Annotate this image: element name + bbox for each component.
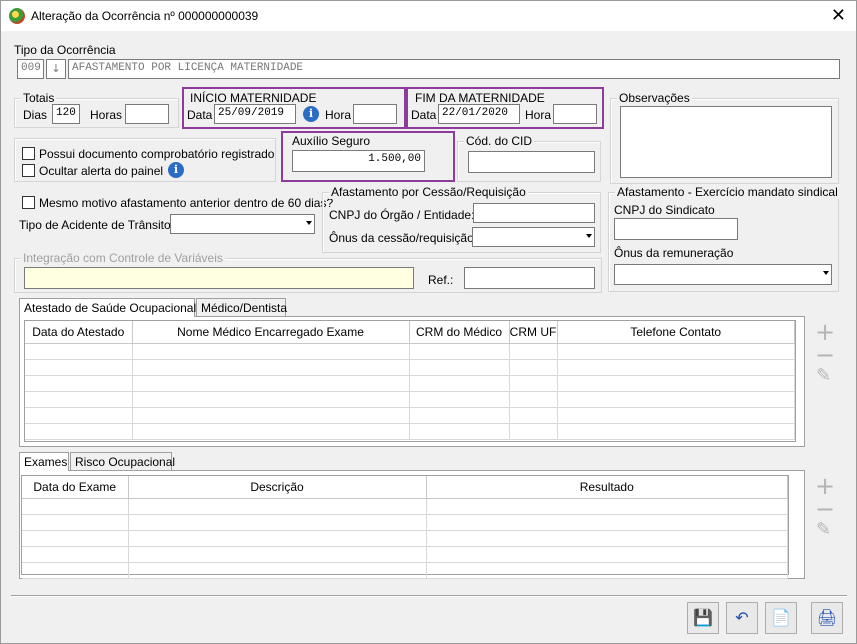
col-telefone[interactable]: Telefone Contato [557, 321, 795, 344]
grid-header: Data do Atestado Nome Médico Encarregado… [25, 321, 795, 344]
possui-doc-checkbox[interactable] [22, 147, 35, 160]
sindicato-onus-select[interactable] [614, 264, 832, 285]
sindicato-cnpj-field[interactable] [614, 218, 738, 240]
col-nome-medico[interactable]: Nome Médico Encarregado Exame [132, 321, 410, 344]
ref-label: Ref.: [428, 273, 454, 287]
atestado-grid[interactable]: Data do Atestado Nome Médico Encarregado… [24, 320, 796, 442]
sindicato-onus-label: Ônus da remuneração [614, 246, 734, 260]
pencil-icon[interactable]: ✎ [816, 367, 831, 385]
table-row[interactable] [22, 562, 788, 579]
auxilio-legend: Auxílio Seguro [292, 134, 371, 148]
totais-legend: Totais [21, 91, 57, 105]
document-icon: 📄 [771, 608, 791, 627]
tab-risco-ocupacional[interactable]: Risco Ocupacional [70, 452, 175, 471]
fim-data-label: Data [411, 108, 437, 122]
tab-atestado[interactable]: Atestado de Saúde Ocupacional [19, 298, 196, 317]
app-icon [9, 8, 25, 24]
tipo-description-field: AFASTAMENTO POR LICENÇA MATERNIDADE [68, 59, 840, 79]
table-row[interactable] [25, 375, 795, 392]
ocultar-alerta-checkbox[interactable] [22, 164, 35, 177]
possui-doc-label: Possui documento comprobatório registrad… [39, 147, 275, 161]
export-icon: 🖨 [816, 608, 838, 627]
col-data-atestado[interactable]: Data do Atestado [25, 321, 133, 344]
table-row[interactable] [22, 530, 788, 547]
table-row[interactable] [22, 546, 788, 563]
tipo-code-field[interactable]: 009 [17, 59, 44, 79]
ref-field[interactable] [464, 267, 595, 289]
table-row[interactable] [25, 391, 795, 408]
table-row[interactable] [25, 407, 795, 424]
dias-label: Dias [23, 108, 48, 122]
chevron-down-icon [823, 271, 829, 275]
info-icon[interactable]: i [303, 106, 319, 122]
col-resultado[interactable]: Resultado [426, 476, 788, 499]
inicio-data-label: Data [187, 108, 213, 122]
cessao-cnpj-field[interactable] [473, 203, 595, 223]
mesmo-motivo-checkbox[interactable] [22, 196, 35, 209]
inicio-hora-field[interactable] [353, 104, 397, 124]
cessao-onus-label: Ônus da cessão/requisição: [329, 231, 478, 245]
inicio-data-field[interactable]: 25/09/2019 [214, 104, 296, 124]
col-data-exame[interactable]: Data do Exame [22, 476, 129, 499]
fim-hora-label: Hora [525, 108, 552, 122]
col-crm-uf[interactable]: CRM UF [509, 321, 558, 344]
integracao-legend: Integração com Controle de Variáveis [21, 251, 225, 265]
fim-legend: FIM DA MATERNIDADE [415, 91, 545, 105]
inicio-hora-label: Hora [325, 108, 352, 122]
horas-field[interactable] [125, 104, 169, 124]
table-row[interactable] [25, 343, 795, 360]
col-descricao[interactable]: Descrição [128, 476, 427, 499]
cid-field[interactable] [468, 151, 595, 173]
horas-label: Horas [90, 108, 123, 122]
bottom-divider [11, 595, 847, 597]
sindical-legend: Afastamento - Exercício mandato sindical [615, 185, 840, 199]
cessao-cnpj-label: CNPJ do Órgão / Entidade: [329, 208, 475, 222]
auxilio-field[interactable]: 1.500,00 [292, 150, 425, 172]
undo-button[interactable]: ↶ [726, 602, 758, 634]
table-row[interactable] [25, 423, 795, 440]
cid-legend: Cód. do CID [464, 134, 535, 148]
report-button[interactable]: 📄 [765, 602, 797, 634]
info-icon[interactable]: i [168, 162, 184, 178]
ocultar-alerta-label: Ocultar alerta do painel [39, 164, 164, 178]
title-bar: Alteração da Ocorrência nº 000000000039 … [1, 1, 856, 31]
chevron-down-icon [586, 234, 592, 238]
dias-field[interactable]: 120 [52, 104, 80, 124]
cessao-legend: Afastamento por Cessão/Requisição [329, 185, 528, 199]
minus-icon[interactable]: − [815, 497, 835, 521]
observacoes-legend: Observações [617, 91, 692, 105]
mesmo-motivo-label: Mesmo motivo afastamento anterior dentro… [39, 196, 334, 210]
export-button[interactable]: 🖨 [811, 602, 843, 634]
lookup-button[interactable]: ↓ [46, 59, 66, 79]
table-row[interactable] [25, 359, 795, 376]
tab-exames[interactable]: Exames [19, 452, 69, 471]
inicio-legend: INÍCIO MATERNIDADE [190, 91, 317, 105]
table-row[interactable] [22, 498, 788, 515]
save-button[interactable]: 💾 [687, 602, 719, 634]
sindicato-cnpj-label: CNPJ do Sindicato [614, 203, 715, 217]
pencil-icon[interactable]: ✎ [816, 521, 831, 539]
exames-grid[interactable]: Data do Exame Descrição Resultado [21, 475, 789, 579]
acidente-select[interactable] [170, 214, 315, 234]
cessao-onus-select[interactable] [472, 227, 595, 247]
fim-data-field[interactable]: 22/01/2020 [438, 104, 520, 124]
minus-icon[interactable]: − [815, 343, 835, 367]
close-icon[interactable]: ✕ [831, 5, 846, 26]
dialog-window: Alteração da Ocorrência nº 000000000039 … [0, 0, 857, 644]
undo-icon: ↶ [735, 608, 749, 627]
floppy-icon: 💾 [693, 608, 713, 627]
col-crm-medico[interactable]: CRM do Médico [409, 321, 510, 344]
chevron-down-icon [306, 221, 312, 225]
observacoes-field[interactable] [620, 106, 832, 178]
tab-medico-dentista[interactable]: Médico/Dentista [196, 298, 287, 317]
acidente-label: Tipo de Acidente de Trânsito: [19, 218, 174, 232]
window-title: Alteração da Ocorrência nº 000000000039 [31, 9, 259, 23]
grid-header: Data do Exame Descrição Resultado [22, 476, 788, 499]
fim-hora-field[interactable] [553, 104, 597, 124]
tipo-label: Tipo da Ocorrência [14, 43, 116, 57]
integracao-field[interactable] [24, 267, 414, 289]
table-row[interactable] [22, 514, 788, 531]
